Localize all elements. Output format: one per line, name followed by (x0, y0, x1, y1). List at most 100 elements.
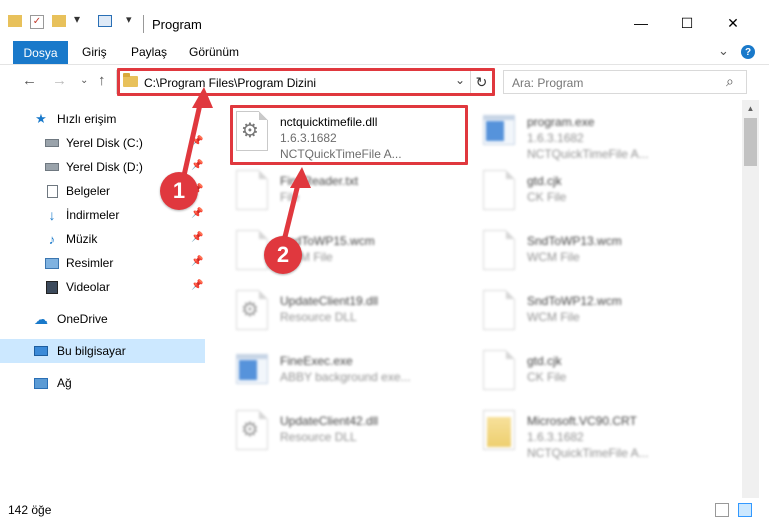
new-folder-icon[interactable] (52, 15, 66, 27)
pin-icon[interactable]: 📌 (191, 280, 203, 291)
file-name: gtd.cjk (527, 174, 562, 188)
drive-icon (45, 136, 59, 150)
help-icon[interactable]: ? (741, 45, 755, 59)
tab-view[interactable]: Görünüm (189, 45, 239, 59)
address-bar-highlight (117, 68, 495, 96)
file-description: NCTQuickTimeFile A... (527, 446, 649, 460)
recent-locations-icon[interactable]: ⌄ (80, 75, 88, 86)
file-icon (483, 350, 515, 390)
sidebar-label: Hızlı erişim (57, 112, 117, 126)
file-type: CK File (527, 370, 567, 384)
scroll-up-icon[interactable]: ▲ (742, 100, 759, 117)
file-type: Resource DLL (280, 430, 357, 444)
drive-icon (45, 160, 59, 174)
file-type: ABBY background exe... (280, 370, 411, 384)
sidebar-label: Yerel Disk (D:) (66, 160, 143, 174)
scroll-thumb[interactable] (744, 118, 757, 166)
customize-toolbar-icon[interactable]: ▾ (126, 13, 132, 26)
file-type: CK File (527, 190, 567, 204)
search-input[interactable]: Ara: Program (512, 76, 583, 90)
sidebar-label: Resimler (66, 256, 114, 270)
file-item[interactable]: ⚙ UpdateClient42.dll Resource DLL (230, 404, 470, 464)
sidebar-item-music[interactable]: ♪ Müzik 📌 (0, 227, 205, 251)
tab-share[interactable]: Paylaş (131, 45, 167, 59)
downloads-icon: ↓ (48, 207, 56, 223)
item-count: 142 öğe (8, 503, 52, 517)
pin-icon[interactable]: 📌 (191, 232, 203, 243)
sidebar-label: Ağ (57, 376, 72, 390)
vertical-scrollbar[interactable]: ▲ (742, 100, 759, 498)
large-icons-view-icon[interactable] (738, 503, 752, 517)
file-item[interactable]: Microsoft.VC90.CRT 1.6.3.1682 NCTQuickTi… (477, 404, 717, 464)
step-2-badge: 2 (264, 236, 302, 274)
pin-icon[interactable]: 📌 (191, 208, 203, 219)
file-item[interactable]: FineReader.txt File (230, 164, 470, 224)
sidebar-item-network[interactable]: Ağ (0, 371, 205, 395)
file-icon (236, 170, 268, 210)
file-item[interactable]: FineExec.exe ABBY background exe... (230, 344, 470, 404)
close-button[interactable]: ✕ (710, 8, 756, 38)
sidebar-label: OneDrive (57, 312, 108, 326)
file-item[interactable]: SndToWP13.wcm WCM File (477, 224, 717, 284)
pictures-icon (45, 256, 59, 270)
title-separator (143, 15, 144, 33)
forward-arrow-icon[interactable]: → (52, 72, 67, 89)
file-item[interactable]: program.exe 1.6.3.1682 NCTQuickTimeFile … (477, 105, 717, 165)
search-box[interactable]: Ara: Program ⌕ (503, 70, 747, 94)
file-name: UpdateClient42.dll (280, 414, 379, 428)
file-item[interactable]: SndToWP12.wcm WCM File (477, 284, 717, 344)
quick-access-customize-icon[interactable]: ▾ (74, 12, 80, 26)
file-type: WCM File (527, 310, 580, 324)
sidebar-item-this-pc[interactable]: Bu bilgisayar (0, 339, 205, 363)
view-icon[interactable] (98, 15, 112, 27)
status-bar: 142 öğe (0, 498, 769, 531)
network-icon (34, 376, 48, 390)
back-arrow-icon[interactable]: ← (22, 72, 37, 89)
pin-icon[interactable]: 📌 (191, 160, 203, 171)
file-name: SndToWP12.wcm (527, 294, 622, 308)
file-name: program.exe (527, 115, 595, 129)
properties-icon[interactable]: ✓ (30, 15, 44, 29)
search-icon[interactable]: ⌕ (726, 73, 734, 90)
details-view-icon[interactable] (715, 503, 729, 517)
sidebar-item-local-disk-c[interactable]: Yerel Disk (C:) 📌 (0, 131, 205, 155)
minimize-button[interactable]: — (618, 8, 664, 38)
window-title: Program (152, 17, 202, 32)
ribbon: Dosya Giriş Paylaş Görünüm ⌄ ? (0, 41, 769, 65)
sidebar-item-onedrive[interactable]: ☁ OneDrive (0, 307, 205, 331)
file-item[interactable]: ⚙ UpdateClient19.dll Resource DLL (230, 284, 470, 344)
file-icon (236, 230, 268, 270)
sidebar-item-pictures[interactable]: Resimler 📌 (0, 251, 205, 275)
file-type: WCM File (527, 250, 580, 264)
file-type: Resource DLL (280, 310, 357, 324)
file-version: 1.6.3.1682 (527, 131, 584, 145)
file-item[interactable]: gtd.cjk CK File (477, 164, 717, 224)
sidebar-item-quick-access[interactable]: ★ Hızlı erişim (0, 107, 205, 131)
file-name: UpdateClient19.dll (280, 294, 379, 308)
sidebar-label: İndirmeler (66, 208, 120, 222)
file-version: 1.6.3.1682 (527, 430, 584, 444)
file-item[interactable]: gtd.cjk CK File (477, 344, 717, 404)
tab-home[interactable]: Giriş (82, 45, 107, 59)
sidebar-item-videos[interactable]: Videolar 📌 (0, 275, 205, 299)
sidebar-label: Bu bilgisayar (57, 344, 126, 358)
pin-icon[interactable]: 📌 (191, 136, 203, 147)
maximize-button[interactable]: ☐ (664, 8, 710, 38)
computer-icon (34, 344, 48, 358)
videos-icon (45, 280, 59, 294)
music-icon: ♪ (48, 231, 56, 247)
step-1-badge: 1 (160, 172, 198, 210)
sidebar-label: Müzik (66, 232, 98, 246)
sidebar-label: Yerel Disk (C:) (66, 136, 143, 150)
up-arrow-icon[interactable]: ↑ (98, 72, 106, 89)
pin-icon[interactable]: 📌 (191, 256, 203, 267)
expand-ribbon-icon[interactable]: ⌄ (718, 43, 729, 59)
sidebar-label: Belgeler (66, 184, 111, 198)
folder-icon (8, 15, 22, 27)
file-icon (483, 170, 515, 210)
dll-icon: ⚙ (236, 290, 268, 330)
dll-icon: ⚙ (236, 410, 268, 450)
file-name: gtd.cjk (527, 354, 562, 368)
file-icon (483, 290, 515, 330)
tab-file[interactable]: Dosya (13, 41, 68, 64)
